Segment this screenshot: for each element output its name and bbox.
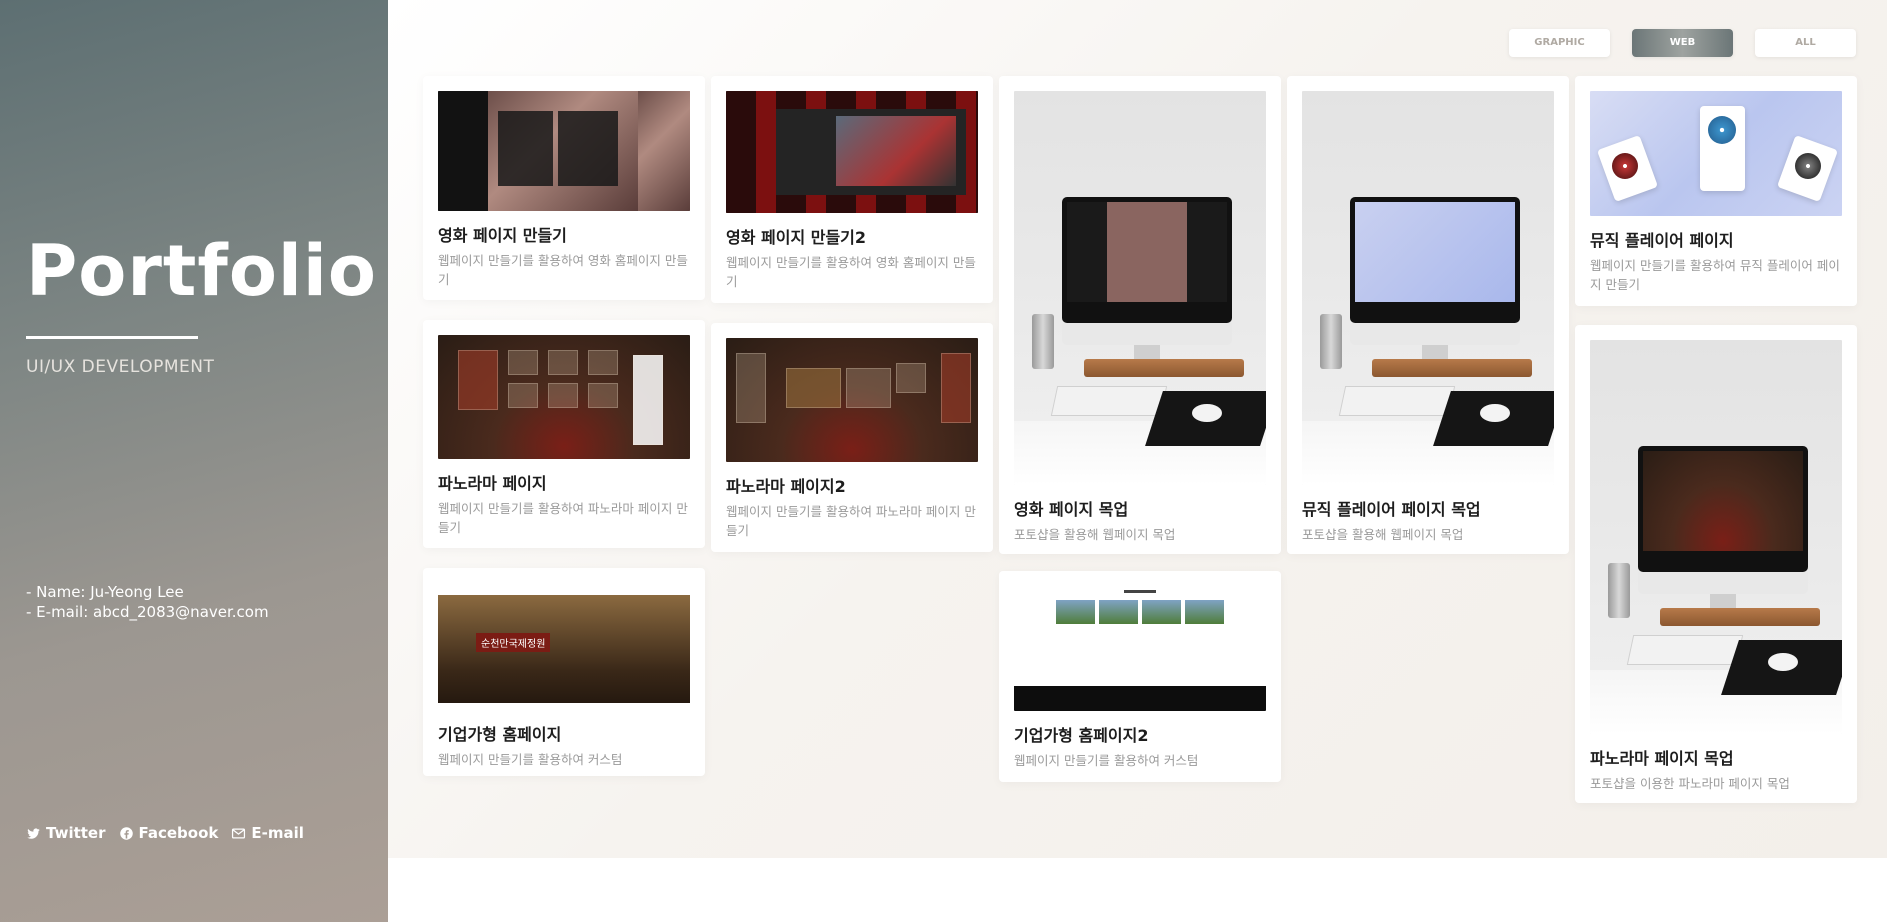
- card-title: 영화 페이지 목업: [1014, 500, 1129, 519]
- card-thumbnail: [438, 335, 690, 459]
- card-thumbnail: 순천만국제정원: [438, 583, 690, 710]
- card-description: 웹페이지 만들기를 활용하여 커스텀: [1014, 753, 1199, 768]
- portfolio-subtitle: UI/UX DEVELOPMENT: [26, 357, 215, 377]
- card-description: 포토샵을 활용해 웹페이지 목업: [1302, 527, 1464, 542]
- card-thumbnail: [1014, 586, 1266, 711]
- portfolio-card[interactable]: 영화 페이지 만들기2 웹페이지 만들기를 활용하여 영화 홈페이지 만들기: [711, 76, 993, 303]
- card-description: 웹페이지 만들기를 활용하여 파노라마 페이지 만들기: [438, 501, 688, 535]
- twitter-icon: [27, 827, 40, 839]
- card-thumbnail: [1302, 91, 1554, 485]
- portfolio-gallery: GRAPHIC WEB ALL 영화 페이지 만들기 웹페이지 만들기를 활용하…: [388, 0, 1887, 858]
- portfolio-card[interactable]: 파노라마 페이지 웹페이지 만들기를 활용하여 파노라마 페이지 만들기: [423, 320, 705, 548]
- title-divider: [26, 336, 198, 339]
- card-title: 영화 페이지 만들기2: [726, 228, 867, 247]
- filter-all-button[interactable]: ALL: [1755, 29, 1856, 57]
- portfolio-card[interactable]: 영화 페이지 만들기 웹페이지 만들기를 활용하여 영화 홈페이지 만들기: [423, 76, 705, 300]
- card-description: 웹페이지 만들기를 활용하여 뮤직 플레이어 페이지 만들기: [1590, 258, 1840, 292]
- facebook-link[interactable]: Facebook: [119, 824, 219, 842]
- portfolio-card[interactable]: 영화 페이지 목업 포토샵을 활용해 웹페이지 목업: [999, 76, 1281, 554]
- social-links: Twitter Facebook E-mail: [26, 824, 304, 842]
- card-description: 웹페이지 만들기를 활용하여 영화 홈페이지 만들기: [438, 253, 688, 287]
- portfolio-card[interactable]: 파노라마 페이지2 웹페이지 만들기를 활용하여 파노라마 페이지 만들기: [711, 323, 993, 552]
- card-description: 웹페이지 만들기를 활용하여 커스텀: [438, 752, 623, 767]
- portfolio-card[interactable]: 뮤직 플레이어 페이지 웹페이지 만들기를 활용하여 뮤직 플레이어 페이지 만…: [1575, 76, 1857, 306]
- card-title: 뮤직 플레이어 페이지 목업: [1302, 500, 1481, 519]
- card-thumbnail: [726, 338, 978, 462]
- contact-email: - E-mail: abcd_2083@naver.com: [26, 603, 269, 621]
- filter-web-button[interactable]: WEB: [1632, 29, 1733, 57]
- filter-graphic-button[interactable]: GRAPHIC: [1509, 29, 1610, 57]
- card-title: 기업가형 홈페이지: [438, 725, 562, 744]
- contact-info: - Name: Ju-Yeong Lee - E-mail: abcd_2083…: [26, 582, 269, 622]
- card-thumbnail: [1014, 91, 1266, 485]
- thumbnail-caption: 순천만국제정원: [476, 633, 551, 652]
- card-title: 뮤직 플레이어 페이지: [1590, 231, 1734, 250]
- portfolio-title: Portfolio: [26, 230, 378, 312]
- card-description: 포토샵을 이용한 파노라마 페이지 목업: [1590, 776, 1790, 791]
- card-description: 웹페이지 만들기를 활용하여 영화 홈페이지 만들기: [726, 255, 976, 289]
- email-label: E-mail: [251, 824, 304, 842]
- card-description: 포토샵을 활용해 웹페이지 목업: [1014, 527, 1176, 542]
- contact-name: - Name: Ju-Yeong Lee: [26, 583, 184, 601]
- twitter-label: Twitter: [46, 824, 106, 842]
- facebook-label: Facebook: [138, 824, 219, 842]
- card-title: 기업가형 홈페이지2: [1014, 726, 1149, 745]
- card-title: 파노라마 페이지: [438, 474, 547, 493]
- portfolio-card[interactable]: 순천만국제정원 기업가형 홈페이지 웹페이지 만들기를 활용하여 커스텀: [423, 568, 705, 776]
- card-thumbnail: [438, 91, 690, 211]
- card-title: 파노라마 페이지 목업: [1590, 749, 1734, 768]
- email-link[interactable]: E-mail: [231, 824, 304, 842]
- portfolio-card[interactable]: 파노라마 페이지 목업 포토샵을 이용한 파노라마 페이지 목업: [1575, 325, 1857, 803]
- card-thumbnail: [1590, 340, 1842, 734]
- category-filter: GRAPHIC WEB ALL: [1509, 29, 1856, 57]
- facebook-icon: [119, 826, 133, 840]
- portfolio-card[interactable]: 기업가형 홈페이지2 웹페이지 만들기를 활용하여 커스텀: [999, 571, 1281, 782]
- sidebar: Portfolio UI/UX DEVELOPMENT - Name: Ju-Y…: [0, 0, 388, 922]
- twitter-link[interactable]: Twitter: [26, 824, 106, 842]
- portfolio-card[interactable]: 뮤직 플레이어 페이지 목업 포토샵을 활용해 웹페이지 목업: [1287, 76, 1569, 554]
- card-thumbnail: [1590, 91, 1842, 216]
- card-title: 영화 페이지 만들기: [438, 226, 567, 245]
- card-thumbnail: [726, 91, 978, 213]
- card-title: 파노라마 페이지2: [726, 477, 846, 496]
- mail-icon: [232, 828, 246, 838]
- card-description: 웹페이지 만들기를 활용하여 파노라마 페이지 만들기: [726, 504, 976, 538]
